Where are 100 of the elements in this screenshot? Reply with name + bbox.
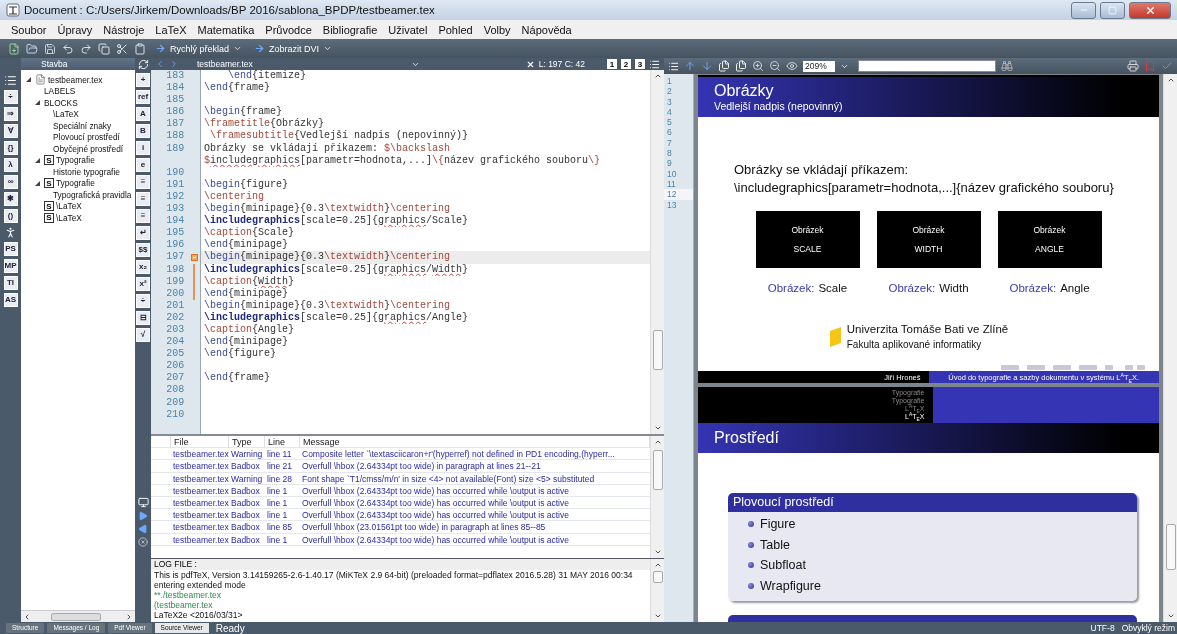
scroll-down-icon[interactable] (653, 612, 662, 620)
menu-item[interactable]: Matematika (192, 23, 260, 36)
zoom-out-icon[interactable] (769, 60, 781, 72)
latex-tool[interactable]: ÷ (136, 294, 150, 308)
symbol-tool[interactable]: ∀ (3, 124, 18, 138)
symbol-tool[interactable]: TI (3, 276, 18, 290)
minimize-button[interactable] (1071, 1, 1096, 19)
menu-item[interactable]: Průvodce (260, 23, 317, 36)
latex-tool[interactable]: ⊟ (136, 311, 150, 325)
latex-tool[interactable]: + (136, 73, 150, 87)
vertical-scrollbar[interactable] (650, 559, 664, 622)
list-icon[interactable] (4, 74, 17, 87)
expand-arrow-icon[interactable] (34, 99, 41, 107)
page-up-icon[interactable] (684, 60, 696, 72)
new-file-icon[interactable] (8, 42, 20, 55)
symbol-tool[interactable]: MP (3, 259, 18, 273)
tree-item[interactable]: Typografická pravidla (53, 189, 132, 200)
eye-icon[interactable] (786, 60, 798, 72)
open-folder-icon[interactable] (26, 42, 38, 55)
copy-icon[interactable] (98, 42, 110, 55)
redo-icon[interactable] (80, 42, 92, 55)
page-number[interactable]: 12 (664, 189, 693, 200)
printer-icon[interactable] (1127, 60, 1139, 72)
scrollbar-thumb[interactable] (652, 330, 663, 370)
clear-icon[interactable] (138, 537, 148, 547)
tree-item[interactable]: BLOCKS (44, 97, 78, 108)
tree-item[interactable]: Typografie (56, 178, 95, 189)
tree-item[interactable]: testbeamer.tex (48, 74, 103, 85)
scroll-up-icon[interactable] (1166, 76, 1175, 84)
tree-item[interactable]: Speciální znaky (53, 120, 112, 131)
maximize-button[interactable] (1100, 1, 1125, 19)
view-toggle[interactable]: 1 (607, 59, 617, 69)
scrollbar-thumb[interactable] (51, 612, 101, 621)
menu-item[interactable]: Bibliografie (317, 23, 383, 36)
menu-item[interactable]: Nástroje (98, 23, 150, 36)
view-toggle[interactable]: 3 (635, 59, 645, 69)
pages-icon[interactable] (735, 60, 747, 72)
latex-tool[interactable]: e (136, 158, 150, 172)
figure-icon[interactable] (4, 226, 17, 239)
scrollbar-thumb[interactable] (652, 571, 663, 583)
list-icon[interactable] (668, 60, 679, 72)
latex-tool[interactable]: ≡ (136, 192, 150, 206)
undo-icon[interactable] (62, 42, 74, 55)
paste-icon[interactable] (134, 42, 146, 55)
expand-arrow-icon[interactable] (25, 76, 32, 84)
menu-item[interactable]: Nápověda (516, 23, 577, 36)
tree-item[interactable]: \LaTeX (56, 201, 82, 212)
latex-tool[interactable]: x² (136, 277, 150, 291)
tree-item[interactable]: Historie typografie (53, 166, 120, 177)
vertical-scrollbar[interactable] (650, 436, 664, 558)
latex-tool[interactable]: ≡ (136, 209, 150, 223)
symbol-tool[interactable]: PS (3, 242, 18, 256)
zoom-select[interactable]: 209% (803, 60, 835, 72)
latex-tool[interactable]: i (136, 141, 150, 155)
quick-build-button[interactable]: Rychlý překlad (152, 43, 246, 54)
scroll-down-icon[interactable] (653, 424, 662, 432)
pages-icon[interactable] (718, 60, 730, 72)
expand-arrow-icon[interactable] (34, 179, 41, 187)
symbol-tool[interactable]: λ (3, 158, 18, 172)
fold-marker-icon[interactable] (190, 253, 198, 261)
view-toggle[interactable]: 2 (621, 59, 631, 69)
symbol-tool[interactable]: () (3, 209, 18, 223)
column-header[interactable]: File (171, 436, 229, 448)
scrollbar-thumb[interactable] (1165, 524, 1176, 570)
binoculars-icon[interactable] (1001, 60, 1013, 72)
menu-item[interactable]: Uživatel (383, 23, 433, 36)
symbol-tool[interactable]: ∞ (3, 175, 18, 189)
tree-item[interactable]: LABELS (44, 86, 76, 97)
menu-item[interactable]: Pohled (433, 23, 478, 36)
close-icon[interactable] (525, 59, 535, 69)
scrollbar-thumb[interactable] (652, 450, 663, 490)
menu-item[interactable]: Úpravy (52, 23, 98, 36)
previous-icon[interactable] (138, 524, 148, 534)
horizontal-scrollbar[interactable] (21, 610, 135, 622)
scroll-up-icon[interactable] (653, 72, 662, 80)
close-button[interactable] (1129, 1, 1171, 19)
latex-tool[interactable]: √ (136, 328, 150, 342)
view-button[interactable]: Zobrazit DVI (251, 43, 336, 54)
symbol-tool[interactable]: ⇒ (3, 107, 18, 121)
tree-item[interactable]: Typografie (56, 155, 95, 166)
expand-arrow-icon[interactable] (34, 156, 41, 164)
cut-icon[interactable] (116, 42, 128, 55)
symbol-tool[interactable]: {} (3, 141, 18, 155)
column-header[interactable]: Type (229, 436, 265, 448)
scroll-left-icon[interactable] (23, 612, 31, 621)
menu-item[interactable]: LaTeX (150, 23, 192, 36)
menu-item[interactable]: Soubor (6, 23, 52, 36)
scroll-right-icon[interactable] (125, 612, 133, 621)
symbol-tool[interactable]: AS (3, 293, 18, 307)
refresh-icon[interactable] (137, 59, 149, 70)
scroll-up-icon[interactable] (653, 438, 662, 446)
latex-tool[interactable]: x₂ (136, 260, 150, 274)
latex-tool[interactable]: $$ (136, 243, 150, 257)
tree-item[interactable]: \LaTeX (53, 109, 79, 120)
next-icon[interactable] (138, 511, 148, 521)
terminal-icon[interactable] (137, 497, 149, 508)
symbol-tool[interactable]: ÷ (3, 90, 18, 104)
scroll-down-icon[interactable] (1166, 612, 1175, 620)
page-down-icon[interactable] (701, 60, 713, 72)
menu-item[interactable]: Volby (478, 23, 516, 36)
